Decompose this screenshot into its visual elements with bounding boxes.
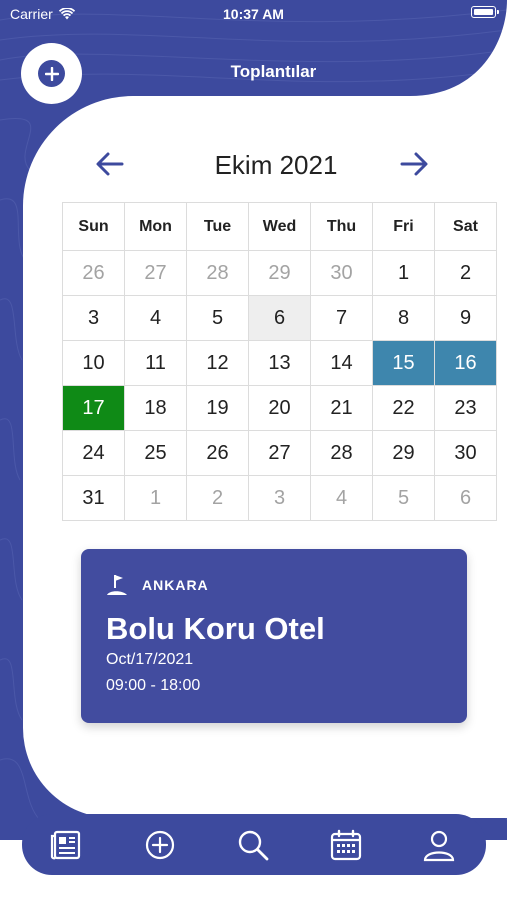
calendar-day-cell[interactable]: 27: [248, 430, 311, 476]
calendar-day-cell[interactable]: 5: [372, 475, 435, 521]
event-city-row: ANKARA: [106, 573, 209, 597]
search-icon[interactable]: [236, 828, 270, 862]
calendar-day-cell[interactable]: 16: [434, 340, 497, 386]
calendar-week-row: 24 25 26 27 28 29 30: [62, 430, 497, 476]
calendar-day-cell[interactable]: 26: [186, 430, 249, 476]
calendar-day-cell[interactable]: 10: [62, 340, 125, 386]
month-navigation: Ekim 2021: [62, 140, 490, 190]
weekday-label: Sun: [62, 202, 125, 251]
calendar-day-cell[interactable]: 14: [310, 340, 373, 386]
golf-flag-icon: [107, 575, 127, 595]
calendar-day-cell[interactable]: 6: [248, 295, 311, 341]
calendar-day-cell[interactable]: 2: [434, 250, 497, 296]
calendar-day-cell[interactable]: 29: [372, 430, 435, 476]
arrow-right-icon[interactable]: [396, 146, 432, 182]
calendar-day-cell[interactable]: 26: [62, 250, 125, 296]
event-title: Bolu Koru Otel: [106, 611, 325, 646]
calendar-day-cell[interactable]: 27: [124, 250, 187, 296]
calendar-day-cell[interactable]: 23: [434, 385, 497, 431]
tab-bar: [22, 814, 486, 875]
weekday-label: Thu: [310, 202, 373, 251]
status-bar: Carrier 10:37 AM: [0, 0, 507, 30]
calendar-day-cell[interactable]: 12: [186, 340, 249, 386]
event-date: Oct/17/2021: [106, 651, 194, 668]
calendar-day-cell[interactable]: 4: [310, 475, 373, 521]
weekday-label: Tue: [186, 202, 249, 251]
calendar-day-cell[interactable]: 7: [310, 295, 373, 341]
calendar-day-cell[interactable]: 30: [434, 430, 497, 476]
calendar-day-cell[interactable]: 25: [124, 430, 187, 476]
calendar-grid: Sun Mon Tue Wed Thu Fri Sat 26 27 28 29 30 1 2…: [62, 202, 497, 521]
calendar-day-cell[interactable]: 5: [186, 295, 249, 341]
weekday-label: Mon: [124, 202, 187, 251]
calendar-day-cell[interactable]: 22: [372, 385, 435, 431]
calendar-day-cell[interactable]: 3: [62, 295, 125, 341]
calendar-day-cell[interactable]: 1: [372, 250, 435, 296]
calendar-day-cell[interactable]: 15: [372, 340, 435, 386]
calendar-icon[interactable]: [329, 828, 363, 862]
calendar-day-cell[interactable]: 3: [248, 475, 311, 521]
calendar-day-cell[interactable]: 11: [124, 340, 187, 386]
user-icon[interactable]: [422, 828, 456, 862]
calendar-week-row: 10 11 12 13 14 15 16: [62, 340, 497, 386]
calendar-day-cell[interactable]: 9: [434, 295, 497, 341]
calendar-day-cell[interactable]: 13: [248, 340, 311, 386]
weekday-header-row: Sun Mon Tue Wed Thu Fri Sat: [62, 202, 497, 251]
calendar-day-cell[interactable]: 6: [434, 475, 497, 521]
calendar-day-cell[interactable]: 2: [186, 475, 249, 521]
plus-circle-icon[interactable]: [143, 828, 177, 862]
calendar-week-row: 17 18 19 20 21 22 23: [62, 385, 497, 431]
calendar-day-cell[interactable]: 1: [124, 475, 187, 521]
battery-icon: [471, 6, 499, 18]
calendar-week-row: 31 1 2 3 4 5 6: [62, 475, 497, 521]
calendar-day-cell[interactable]: 18: [124, 385, 187, 431]
calendar-day-cell[interactable]: 29: [248, 250, 311, 296]
newspaper-icon[interactable]: [50, 828, 84, 862]
calendar-day-cell[interactable]: 4: [124, 295, 187, 341]
calendar-day-cell[interactable]: 28: [186, 250, 249, 296]
status-time: 10:37 AM: [223, 6, 284, 22]
calendar-day-cell[interactable]: 24: [62, 430, 125, 476]
event-time: 09:00 - 18:00: [106, 677, 201, 694]
weekday-label: Wed: [248, 202, 311, 251]
page-title: Toplantılar: [230, 62, 317, 81]
calendar-day-cell[interactable]: 28: [310, 430, 373, 476]
event-city: ANKARA: [142, 577, 209, 593]
event-card[interactable]: ANKARA Bolu Koru Otel Oct/17/2021 09:00 …: [81, 549, 467, 723]
calendar-day-cell[interactable]: 21: [310, 385, 373, 431]
weekday-label: Sat: [434, 202, 497, 251]
calendar-day-cell[interactable]: 8: [372, 295, 435, 341]
calendar-week-row: 26 27 28 29 30 1 2: [62, 250, 497, 296]
calendar-day-cell[interactable]: 30: [310, 250, 373, 296]
weekday-label: Fri: [372, 202, 435, 251]
calendar-day-cell[interactable]: 31: [62, 475, 125, 521]
calendar-week-row: 3456789: [62, 295, 497, 341]
calendar-day-cell[interactable]: 17: [62, 385, 125, 431]
calendar-day-cell[interactable]: 20: [248, 385, 311, 431]
calendar-day-cell[interactable]: 19: [186, 385, 249, 431]
